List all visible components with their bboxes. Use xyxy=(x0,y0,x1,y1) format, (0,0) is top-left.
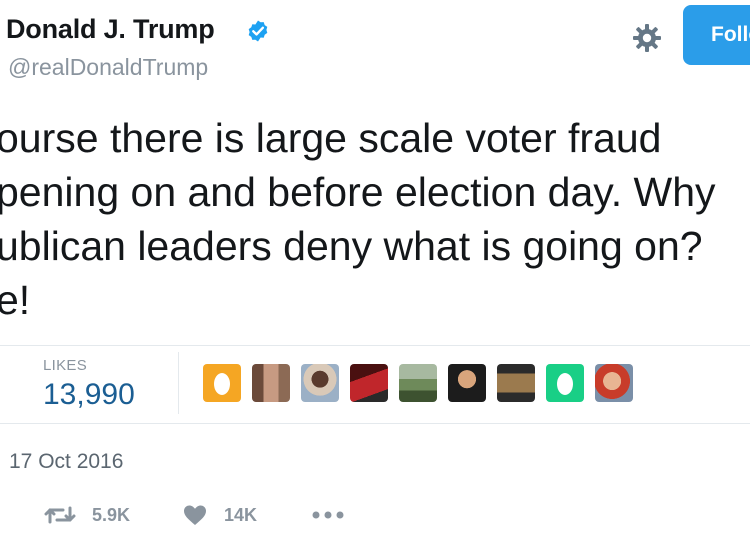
liker-avatar[interactable] xyxy=(448,364,486,402)
liker-avatar[interactable] xyxy=(595,364,633,402)
retweet-icon[interactable] xyxy=(44,503,76,527)
user-handle[interactable]: @realDonaldTrump xyxy=(8,54,208,81)
likes-count[interactable]: 13,990 xyxy=(43,378,135,412)
liker-avatar[interactable] xyxy=(497,364,535,402)
likes-label: LIKES xyxy=(43,357,88,374)
follow-button[interactable]: Follow xyxy=(683,5,750,65)
display-name[interactable]: Donald J. Trump xyxy=(6,14,215,45)
liker-avatar[interactable] xyxy=(252,364,290,402)
tweet-date[interactable]: 17 Oct 2016 xyxy=(9,450,123,474)
divider xyxy=(0,345,750,346)
liker-avatar-egg[interactable] xyxy=(546,364,584,402)
tweet-text-line: ourse there is large scale voter fraud xyxy=(0,115,662,161)
tweet-text-line: ublican leaders deny what is going on? xyxy=(0,223,703,269)
liker-avatar[interactable] xyxy=(301,364,339,402)
liker-avatar-egg[interactable] xyxy=(203,364,241,402)
verified-badge-icon xyxy=(248,20,268,42)
divider xyxy=(0,423,750,424)
more-icon[interactable] xyxy=(310,510,346,520)
gear-icon[interactable] xyxy=(631,22,663,54)
retweet-count[interactable]: 5.9K xyxy=(92,505,130,526)
heart-icon[interactable] xyxy=(182,503,208,527)
tweet-text-line: e! xyxy=(0,277,31,323)
like-count[interactable]: 14K xyxy=(224,505,257,526)
egg-icon xyxy=(214,373,230,395)
egg-icon xyxy=(557,373,573,395)
liker-avatar[interactable] xyxy=(350,364,388,402)
tweet-text-line: pening on and before election day. Why xyxy=(0,169,716,215)
stats-divider xyxy=(178,352,179,414)
liker-avatar[interactable] xyxy=(399,364,437,402)
